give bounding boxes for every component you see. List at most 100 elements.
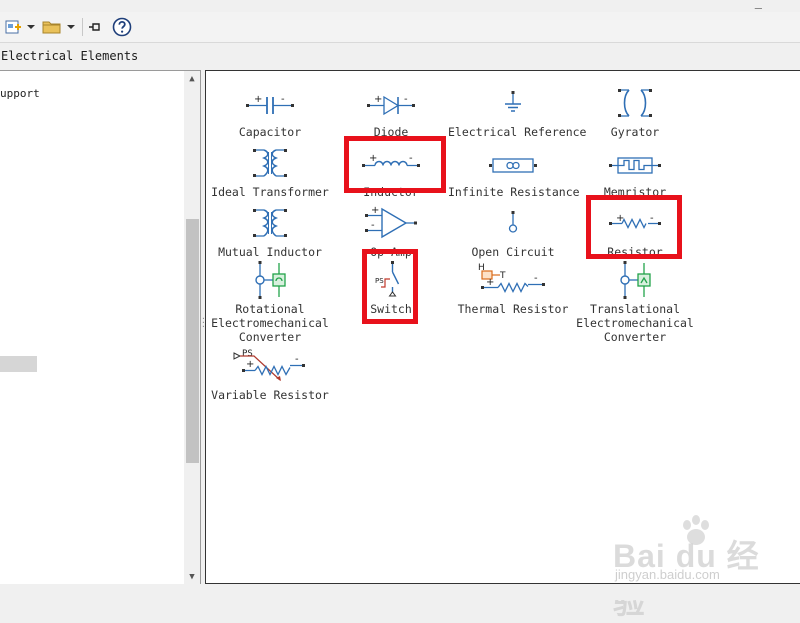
gyrator-icon xyxy=(618,89,652,117)
ground-icon xyxy=(505,91,521,112)
scrollbar-thumb[interactable] xyxy=(186,219,199,463)
scroll-up-arrow[interactable]: ▲ xyxy=(184,71,200,87)
block-label-line: Electromechanical xyxy=(211,316,329,330)
block-label: Open Circuit xyxy=(471,245,555,259)
scroll-down-arrow[interactable]: ▼ xyxy=(184,569,200,585)
block-label-line: Converter xyxy=(603,330,667,344)
block-label: Diode xyxy=(373,125,409,139)
transformer-icon xyxy=(253,149,287,177)
ps-label: PS xyxy=(375,277,384,285)
block-ideal-transformer[interactable]: Ideal Transformer xyxy=(205,141,335,199)
mutual-inductor-icon xyxy=(253,209,287,237)
paw-logo-icon xyxy=(683,515,709,545)
block-diode[interactable]: + - Diode xyxy=(326,81,456,139)
open-button[interactable] xyxy=(40,17,64,37)
block-label: Variable Resistor xyxy=(211,388,329,402)
vertical-scrollbar[interactable]: ▲ ▼ xyxy=(184,71,200,585)
help-icon xyxy=(112,17,132,37)
minus-label: - xyxy=(409,153,413,164)
watermark-brand: Bai du 经验 xyxy=(613,538,760,620)
breadcrumb: Electrical Elements xyxy=(0,43,800,69)
plus-label: + xyxy=(371,206,379,216)
block-label-line: Converter xyxy=(238,330,302,344)
plus-label: + xyxy=(374,94,382,105)
tree-item[interactable]: upport xyxy=(0,87,40,100)
toolbar-separator xyxy=(82,18,83,36)
help-button[interactable] xyxy=(111,17,133,37)
plus-label: + xyxy=(254,94,262,105)
block-browser-pane: + - Capacitor + - Diode Electrical Refer… xyxy=(205,70,800,620)
chevron-down-icon xyxy=(27,25,35,29)
pane-splitter[interactable]: · · · xyxy=(201,315,206,331)
minus-label: - xyxy=(404,94,408,105)
minus-label: - xyxy=(295,354,299,365)
pin-button[interactable] xyxy=(86,17,104,37)
open-dropdown-button[interactable] xyxy=(65,17,77,37)
capacitor-icon: + - xyxy=(246,94,294,114)
block-infinite-resistance[interactable]: Infinite Resistance xyxy=(448,141,580,199)
block-label: Electrical Reference xyxy=(448,125,587,139)
block-mutual-inductor[interactable]: Mutual Inductor xyxy=(205,201,335,259)
new-model-icon xyxy=(5,20,21,34)
translational-converter-icon xyxy=(620,261,651,299)
chevron-down-icon xyxy=(67,25,75,29)
block-electrical-reference[interactable]: Electrical Reference xyxy=(448,81,587,139)
block-open-circuit[interactable]: Open Circuit xyxy=(448,201,578,259)
watermark-url: jingyan.baidu.com xyxy=(615,567,720,582)
minus-label: - xyxy=(650,213,654,224)
block-op-amp[interactable]: + - Op-Amp xyxy=(326,201,456,259)
status-bar xyxy=(0,584,800,600)
minimize-glyph[interactable]: _ xyxy=(755,0,762,8)
resistor-icon: + - xyxy=(609,213,661,229)
block-label-line: Electromechanical xyxy=(576,316,694,330)
inductor-icon: + - xyxy=(362,153,420,167)
thermal-h-label: H xyxy=(478,263,485,273)
library-tree-pane: upport ▲ ▼ xyxy=(0,70,201,586)
block-resistor[interactable]: + - Resistor xyxy=(570,201,700,259)
block-translational-converter[interactable]: Translational Electromechanical Converte… xyxy=(570,258,700,344)
block-thermal-resistor[interactable]: H T + - Thermal Resistor xyxy=(448,258,578,316)
block-label: Thermal Resistor xyxy=(457,302,569,316)
block-label: Inductor xyxy=(363,185,419,199)
minus-label: - xyxy=(371,220,375,231)
open-circuit-icon xyxy=(508,211,518,233)
pin-icon xyxy=(89,23,100,31)
switch-icon: PS xyxy=(375,261,400,297)
memristor-icon xyxy=(609,157,661,174)
block-label-line: Rotational xyxy=(235,302,305,316)
minus-label: - xyxy=(281,94,285,105)
block-memristor[interactable]: Memristor xyxy=(570,141,700,199)
ps-label: PS xyxy=(242,349,253,359)
rotational-converter-icon xyxy=(255,261,286,299)
block-label: Gyrator xyxy=(610,125,660,139)
block-label: Op-Amp xyxy=(370,245,412,259)
infinite-resistance-icon xyxy=(489,158,537,173)
folder-icon xyxy=(42,21,61,34)
block-label: Switch xyxy=(370,302,412,316)
new-model-button[interactable] xyxy=(2,17,24,37)
block-label: Ideal Transformer xyxy=(211,185,329,199)
new-dropdown-button[interactable] xyxy=(25,17,37,37)
block-label-line: Translational xyxy=(589,302,680,316)
block-label: Memristor xyxy=(603,185,667,199)
block-switch[interactable]: PS Switch xyxy=(326,258,456,316)
thermal-t-label: T xyxy=(499,271,506,281)
plus-label: + xyxy=(246,359,254,370)
block-capacitor[interactable]: + - Capacitor xyxy=(205,81,335,139)
block-label: Mutual Inductor xyxy=(218,245,322,259)
block-gyrator[interactable]: Gyrator xyxy=(570,81,700,139)
diode-icon: + - xyxy=(367,94,415,116)
plus-label: + xyxy=(486,277,494,288)
block-label: Infinite Resistance xyxy=(448,185,580,199)
block-rotational-converter[interactable]: Rotational Electromechanical Converter xyxy=(205,258,335,344)
toolbar xyxy=(0,12,800,43)
block-inductor[interactable]: + - Inductor xyxy=(326,141,456,199)
minus-label: - xyxy=(534,273,538,284)
plus-label: + xyxy=(369,153,377,164)
block-variable-resistor[interactable]: PS + - Variable Resistor xyxy=(205,344,335,402)
thermal-resistor-icon: H T + - xyxy=(478,263,545,293)
tree-selected-item[interactable] xyxy=(0,356,37,372)
window-top-strip: _ xyxy=(0,0,800,12)
opamp-icon: + - xyxy=(365,206,417,239)
block-label: Resistor xyxy=(607,245,663,259)
